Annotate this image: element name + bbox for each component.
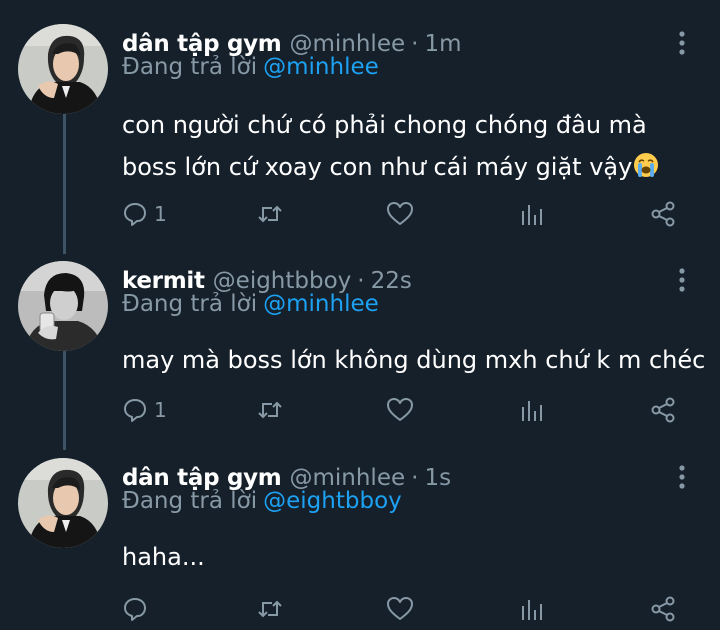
tweet-text: con người chứ có phải chong chóng đâu mà… <box>122 104 660 188</box>
share-button[interactable] <box>650 199 676 229</box>
like-heart-icon <box>386 201 414 227</box>
more-vertical-icon[interactable] <box>672 265 692 295</box>
crying-face-emoji-icon <box>632 150 660 178</box>
replying-to-handle[interactable]: @eightbboy <box>263 488 402 514</box>
retweet-icon <box>257 201 283 227</box>
share-icon <box>650 201 676 227</box>
replying-to-label: Đang trả lời <box>122 54 258 80</box>
reply-count: 1 <box>154 202 167 226</box>
share-icon <box>650 596 676 622</box>
tweet-actions <box>122 594 702 624</box>
user-avatar-icon[interactable] <box>18 261 108 351</box>
user-avatar-icon[interactable] <box>18 458 108 548</box>
tweet-actions: 1 <box>122 199 702 229</box>
replying-to-label: Đang trả lời <box>122 291 258 317</box>
more-vertical-icon[interactable] <box>672 462 692 492</box>
stats-button[interactable] <box>520 199 544 229</box>
replying-to-handle[interactable]: @minhlee <box>263 291 379 317</box>
retweet-icon <box>257 397 283 423</box>
replying-to-label: Đang trả lời <box>122 488 258 514</box>
tweet-actions: 1 <box>122 395 702 425</box>
retweet-button[interactable] <box>257 395 289 425</box>
reply-button[interactable]: 1 <box>122 395 167 425</box>
share-button[interactable] <box>650 594 676 624</box>
like-button[interactable] <box>386 395 420 425</box>
reply-icon <box>122 201 148 227</box>
reply-button[interactable] <box>122 594 154 624</box>
retweet-button[interactable] <box>257 199 289 229</box>
reply-count: 1 <box>154 398 167 422</box>
tweet-text-line: may mà boss lớn không dùng mxh chứ k m c… <box>122 346 706 374</box>
stats-button[interactable] <box>520 594 544 624</box>
stats-icon <box>520 596 544 622</box>
retweet-icon <box>257 596 283 622</box>
tweet-text: haha... <box>122 536 205 578</box>
tweet-text-line: boss lớn cứ xoay con như cái máy giặt vậ… <box>122 153 633 181</box>
replying-to-handle[interactable]: @minhlee <box>263 54 379 80</box>
timestamp[interactable]: 1s <box>424 465 451 491</box>
tweet-text-line: con người chứ có phải chong chóng đâu mà <box>122 111 647 139</box>
tweet[interactable]: dân tập gym @minhlee · 1m Đang trả lời @m… <box>0 24 720 234</box>
tweet-text-line-with-emoji: boss lớn cứ xoay con như cái máy giặt vậ… <box>122 146 660 188</box>
retweet-button[interactable] <box>257 594 289 624</box>
tweet-text: may mà boss lớn không dùng mxh chứ k m c… <box>122 339 705 381</box>
like-button[interactable] <box>386 199 420 229</box>
more-vertical-icon[interactable] <box>672 28 692 58</box>
share-icon <box>650 397 676 423</box>
replying-to: Đang trả lời @minhlee <box>122 291 379 317</box>
stats-icon <box>520 397 544 423</box>
tweet[interactable]: kermit @eightbboy · 22s Đang trả lời @min… <box>0 261 720 431</box>
timestamp[interactable]: 1m <box>424 31 461 57</box>
conversation-thread: dân tập gym @minhlee · 1m Đang trả lời @m… <box>0 0 720 630</box>
reply-button[interactable]: 1 <box>122 199 167 229</box>
separator-dot: · <box>411 31 419 57</box>
tweet[interactable]: dân tập gym @minhlee · 1s Đang trả lời @e… <box>0 458 720 628</box>
reply-icon <box>122 596 148 622</box>
reply-icon <box>122 397 148 423</box>
stats-button[interactable] <box>520 395 544 425</box>
separator-dot: · <box>411 465 419 491</box>
replying-to: Đang trả lời @eightbboy <box>122 488 402 514</box>
share-button[interactable] <box>650 395 676 425</box>
like-heart-icon <box>386 397 414 423</box>
like-heart-icon <box>386 596 414 622</box>
tweet-text-line: haha... <box>122 543 205 571</box>
user-avatar-icon[interactable] <box>18 24 108 114</box>
stats-icon <box>520 201 544 227</box>
replying-to: Đang trả lời @minhlee <box>122 54 379 80</box>
like-button[interactable] <box>386 594 420 624</box>
